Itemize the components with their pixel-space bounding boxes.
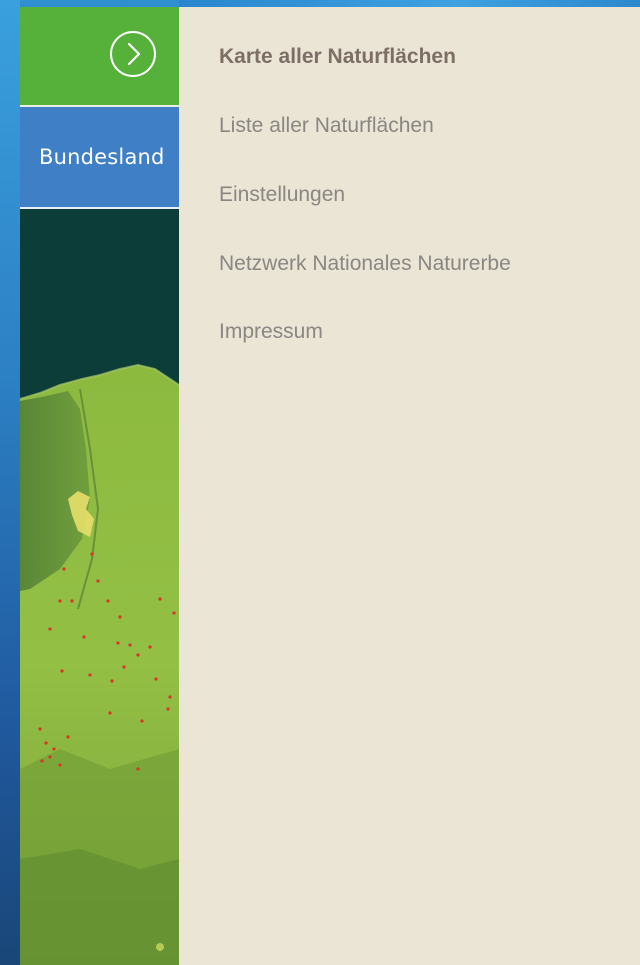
menu-item-einstellungen[interactable]: Einstellungen	[219, 183, 345, 207]
menu-item-impressum[interactable]: Impressum	[219, 320, 323, 344]
menu-toggle-cell	[20, 7, 179, 107]
menu-item-liste[interactable]: Liste aller Naturflächen	[219, 114, 434, 138]
satellite-map-image	[20, 209, 179, 965]
chevron-right-icon	[127, 42, 141, 66]
top-frame-band	[179, 0, 640, 7]
menu-toggle-button[interactable]	[110, 31, 156, 77]
window-frame-edge	[0, 0, 20, 965]
navigation-menu: Karte aller Naturflächen Liste aller Nat…	[179, 7, 640, 965]
map-preview[interactable]	[20, 209, 179, 965]
left-sidebar: Bundesland	[20, 7, 179, 965]
menu-item-karte[interactable]: Karte aller Naturflächen	[219, 45, 456, 69]
menu-item-netzwerk[interactable]: Netzwerk Nationales Naturerbe	[219, 252, 511, 276]
bundesland-label: Bundesland	[39, 145, 165, 169]
bundesland-button[interactable]: Bundesland	[20, 107, 179, 209]
